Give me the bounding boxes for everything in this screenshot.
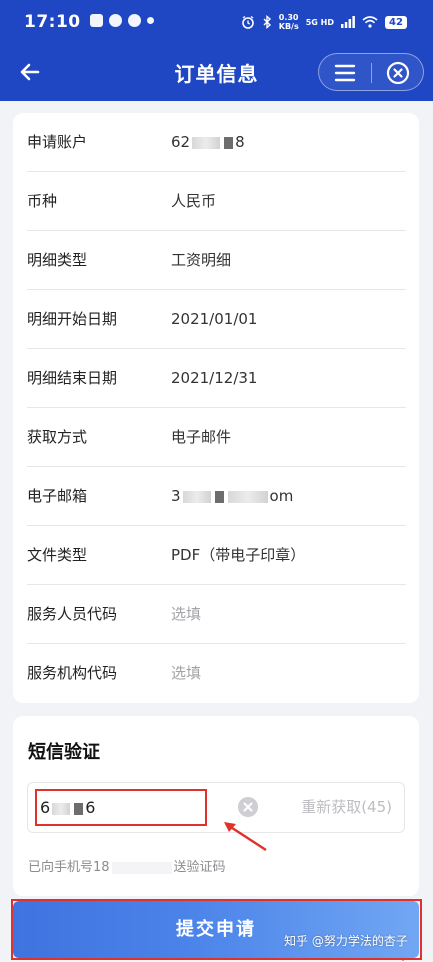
row-staff-code[interactable]: 服务人员代码 选填: [27, 585, 406, 644]
row-value: 工资明细: [171, 251, 232, 269]
row-label: 明细类型: [27, 251, 88, 269]
row-value: 2021/12/31: [171, 369, 258, 387]
app-root: 17:10 0.30 KB/s 5G HD 42 订单信息 申请账户 62 8 …: [0, 0, 433, 962]
dot-notification-icon: [147, 17, 154, 24]
sent-suffix: 送验证码: [173, 860, 226, 875]
bell-notification-icon: [128, 14, 141, 27]
row-label: 币种: [27, 192, 58, 210]
annotation-highlight-box: [35, 789, 207, 826]
row-label: 电子邮箱: [27, 487, 88, 505]
row-email: 电子邮箱 3 om: [27, 467, 406, 526]
email-prefix: 3: [171, 487, 181, 505]
row-value-account: 62 8: [171, 113, 245, 172]
redacted-block: [182, 490, 211, 503]
redacted-block: [111, 861, 172, 874]
order-info-card: 申请账户 62 8 币种 人民币 明细类型 工资明细 明细开始日期 2021/01…: [13, 113, 419, 703]
capsule-divider: [371, 63, 372, 83]
sms-title: 短信验证: [28, 742, 100, 763]
row-label: 获取方式: [27, 428, 88, 446]
row-org-code[interactable]: 服务机构代码 选填: [27, 644, 406, 703]
chat-notification-icon: [109, 14, 122, 27]
redacted-block: [214, 490, 224, 503]
submit-application-button[interactable]: 提交申请: [13, 901, 419, 958]
signal-icon: [341, 16, 355, 28]
resend-code-button[interactable]: 重新获取(45): [301, 783, 392, 832]
email-suffix: om: [269, 487, 294, 505]
status-bar: 17:10 0.30 KB/s 5G HD 42: [0, 0, 433, 44]
network-speed: 0.30 KB/s: [279, 13, 299, 31]
network-speed-value: 0.30: [278, 13, 299, 22]
row-label: 服务人员代码: [27, 605, 118, 623]
redacted-block: [192, 136, 221, 149]
row-delivery-method: 获取方式 电子邮件: [27, 408, 406, 467]
sms-sent-notice: 已向手机号18 送验证码: [28, 856, 226, 875]
row-detail-type: 明细类型 工资明细: [27, 231, 406, 290]
row-value: PDF（带电子印章）: [171, 546, 306, 564]
watermark: 知乎 @努力学法的杏子: [284, 934, 408, 948]
row-end-date: 明细结束日期 2021/12/31: [27, 349, 406, 408]
wifi-icon: [362, 16, 378, 28]
row-value-email: 3 om: [171, 467, 293, 526]
row-label: 明细开始日期: [27, 310, 118, 328]
row-file-type: 文件类型 PDF（带电子印章）: [27, 526, 406, 585]
row-value: 人民币: [171, 192, 217, 210]
bluetooth-icon: [263, 15, 271, 29]
network-speed-unit: KB/s: [278, 22, 299, 31]
row-label: 服务机构代码: [27, 664, 118, 682]
row-account: 申请账户 62 8: [27, 113, 406, 172]
page-header: 订单信息: [0, 44, 433, 101]
alarm-icon: [241, 15, 254, 29]
notification-icons: [90, 14, 154, 27]
row-label: 申请账户: [27, 133, 88, 151]
close-circle-icon[interactable]: [385, 60, 411, 86]
org-code-input[interactable]: 选填: [171, 644, 201, 703]
clear-input-icon[interactable]: [238, 797, 258, 817]
row-start-date: 明细开始日期 2021/01/01: [27, 290, 406, 349]
redacted-block: [227, 490, 268, 503]
row-value: 2021/01/01: [171, 310, 258, 328]
account-suffix: 8: [235, 133, 245, 151]
status-time: 17:10: [24, 12, 81, 32]
sms-verification-card: 短信验证 66 重新获取(45) 已向手机号18 送验证码: [13, 716, 419, 896]
status-right: 0.30 KB/s 5G HD 42: [241, 13, 407, 31]
staff-code-input[interactable]: 选填: [171, 585, 201, 644]
row-label: 文件类型: [27, 546, 88, 564]
mini-program-capsule: [318, 53, 424, 91]
row-label: 明细结束日期: [27, 369, 118, 387]
redacted-block: [224, 136, 234, 149]
app-notification-icon: [90, 14, 103, 27]
battery-level: 42: [385, 15, 407, 29]
account-prefix: 62: [171, 133, 191, 151]
menu-icon[interactable]: [333, 61, 357, 85]
row-currency: 币种 人民币: [27, 172, 406, 231]
network-type: 5G HD: [305, 17, 334, 27]
sent-prefix: 已向手机号18: [28, 860, 110, 875]
row-value: 电子邮件: [171, 428, 232, 446]
